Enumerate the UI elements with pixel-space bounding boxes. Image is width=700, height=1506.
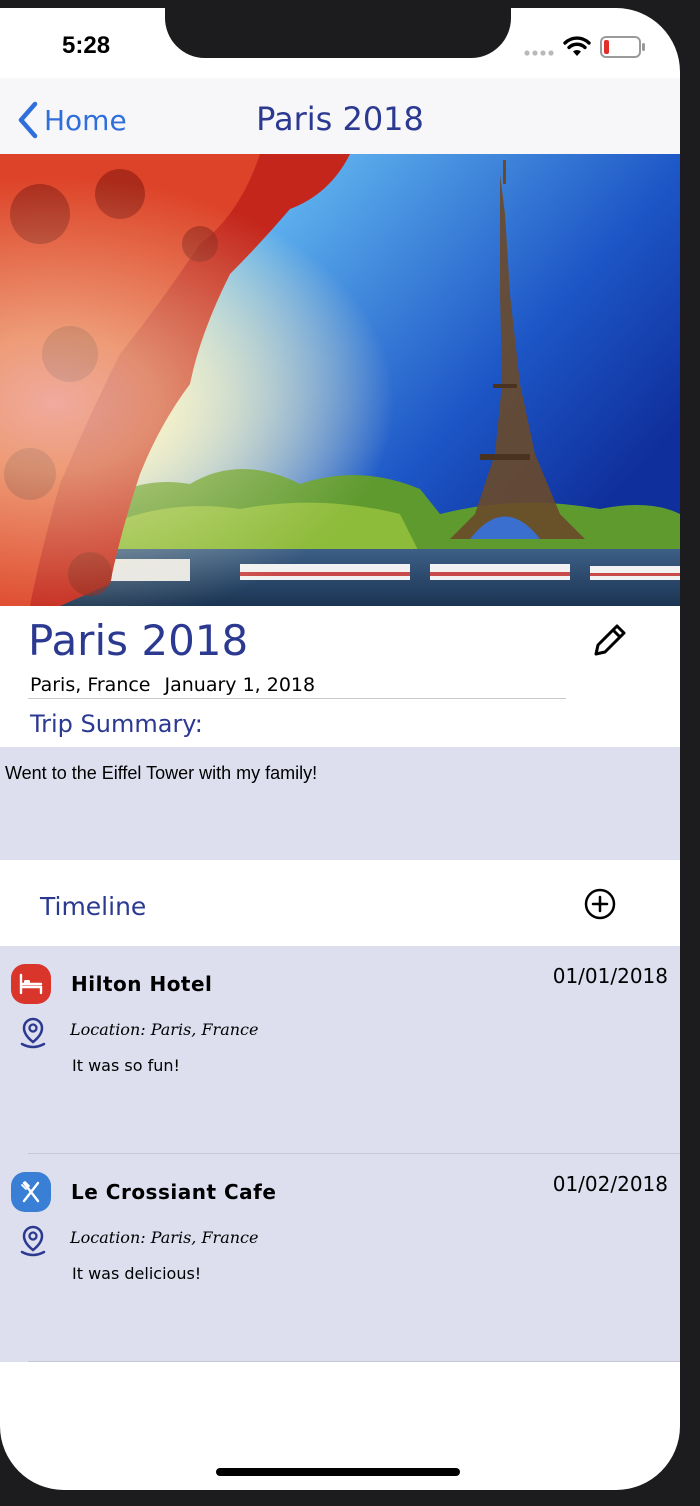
timeline-header: Timeline: [0, 860, 680, 946]
entry-title: Hilton Hotel: [71, 972, 213, 996]
trip-summary-label: Trip Summary:: [30, 710, 203, 738]
location-pin-icon: [20, 1225, 46, 1257]
device-bezel: [0, 1490, 700, 1506]
pencil-icon[interactable]: [590, 620, 630, 660]
trip-cover-photo: [0, 154, 680, 606]
home-indicator[interactable]: [216, 1468, 460, 1476]
add-circle-icon[interactable]: [584, 888, 616, 920]
divider: [28, 698, 566, 699]
trip-date: January 1, 2018: [164, 674, 316, 696]
entry-date: 01/01/2018: [552, 964, 668, 988]
battery-icon: [600, 36, 645, 58]
device-notch: [165, 8, 511, 58]
bed-icon: [11, 964, 51, 1004]
status-time: 5:28: [62, 32, 111, 59]
entry-title: Le Crossiant Cafe: [71, 1180, 277, 1204]
timeline-list: Hilton Hotel 01/01/2018 Location: Paris,…: [0, 946, 680, 1362]
nav-title: Paris 2018: [256, 100, 424, 138]
timeline-label: Timeline: [40, 892, 147, 921]
entry-note: It was so fun!: [72, 1056, 180, 1075]
timeline-entry[interactable]: Le Crossiant Cafe 01/02/2018 Location: P…: [0, 1154, 680, 1362]
navigation-bar: Home Paris 2018: [0, 78, 680, 154]
trip-summary-text[interactable]: Went to the Eiffel Tower with my family!: [0, 747, 680, 860]
entry-location: Location: Paris, France: [70, 1228, 259, 1247]
location-pin-icon: [20, 1017, 46, 1049]
entry-location: Location: Paris, France: [70, 1020, 259, 1039]
entry-note: It was delicious!: [72, 1264, 202, 1283]
entry-date: 01/02/2018: [552, 1172, 668, 1196]
trip-meta: Paris, France January 1, 2018: [30, 674, 315, 696]
trip-title: Paris 2018: [28, 616, 249, 665]
wifi-icon: [563, 36, 591, 56]
trip-location: Paris, France: [30, 674, 151, 696]
app-screen: 5:28 Home Paris 2018 Paris 2018 Paris, F…: [0, 8, 680, 1490]
device-bezel: [680, 0, 700, 1506]
timeline-entry[interactable]: Hilton Hotel 01/01/2018 Location: Paris,…: [0, 946, 680, 1154]
utensils-icon: [11, 1172, 51, 1212]
divider: [28, 1361, 680, 1362]
signal-icon: [524, 50, 554, 56]
